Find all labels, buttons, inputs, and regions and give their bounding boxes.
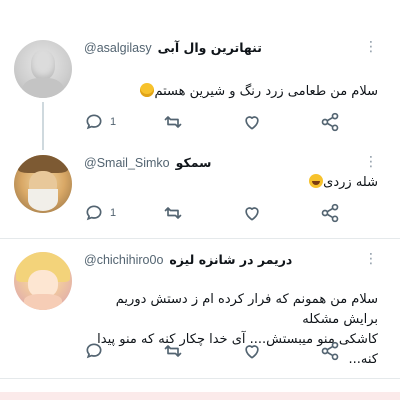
more-options-icon[interactable]: ⋮ (364, 252, 378, 266)
username[interactable]: @asalgilasy (84, 41, 152, 55)
more-options-icon[interactable]: ⋮ (364, 40, 378, 54)
share-icon (321, 341, 339, 361)
tweet-text-content: سلام من طعامی زرد رنگ و شیرین هستم (154, 84, 378, 99)
tweet-text: سلام من طعامی زرد رنگ و شیرین هستم (137, 82, 378, 102)
like-button[interactable] (242, 341, 262, 361)
retweet-icon (164, 345, 182, 357)
username[interactable]: @Smail_Simko (84, 156, 170, 170)
reply-icon (86, 343, 102, 359)
reply-icon (86, 205, 102, 221)
reply-button[interactable]: 1 (84, 112, 116, 132)
tweet-actions (84, 341, 364, 361)
reply-count: 1 (110, 207, 117, 219)
avatar-face (31, 50, 55, 80)
share-button[interactable] (320, 341, 340, 361)
retweet-button[interactable] (162, 112, 184, 132)
display-name[interactable]: تنهاترین وال آبی (158, 40, 262, 55)
tweet-actions: 1 (84, 203, 364, 223)
avatar[interactable] (14, 155, 72, 213)
avatar[interactable] (14, 40, 72, 98)
share-icon (321, 203, 339, 223)
display-name[interactable]: دریمر در شانزه لیزه (169, 252, 292, 267)
display-name[interactable]: سمکو (176, 155, 212, 170)
share-icon (321, 112, 339, 132)
tweet-text: شله زردی (306, 173, 378, 193)
tweet-divider (0, 378, 400, 379)
reply-button[interactable]: 1 (84, 203, 116, 223)
tweet-actions: 1 (84, 112, 364, 132)
tweet-header: @asalgilasy تنهاترین وال آبی (84, 40, 262, 55)
like-button[interactable] (242, 112, 262, 132)
heart-icon (245, 345, 259, 359)
avatar-beard (28, 189, 58, 211)
heart-icon (245, 207, 259, 221)
retweet-icon (164, 116, 182, 128)
tweet-header: @Smail_Simko سمکو (84, 155, 211, 170)
tweet-text-content: شله زردی (323, 175, 378, 190)
tweet-header: @chichihiro0o دریمر در شانزه لیزه (84, 252, 292, 267)
retweet-icon (164, 207, 182, 219)
avatar[interactable] (14, 252, 72, 310)
yellow-heart-emoji-icon (140, 83, 155, 97)
reply-icon (86, 114, 102, 130)
like-button[interactable] (242, 203, 262, 223)
avatar-body (22, 78, 64, 98)
retweet-button[interactable] (162, 341, 184, 361)
laughing-emoji-icon (309, 174, 324, 188)
bottom-strip (0, 392, 400, 400)
tweet-divider (0, 238, 400, 239)
heart-icon (245, 116, 259, 130)
thread-connector-line (42, 102, 44, 150)
share-button[interactable] (320, 203, 340, 223)
share-button[interactable] (320, 112, 340, 132)
tweet-text-line-1: سلام من همونم که فرار کرده ام ز دستش دور… (115, 292, 378, 327)
username[interactable]: @chichihiro0o (84, 253, 163, 267)
reply-count: 1 (110, 116, 117, 128)
reply-button[interactable] (84, 341, 104, 361)
more-options-icon[interactable]: ⋮ (364, 155, 378, 169)
avatar-hands (24, 294, 62, 310)
retweet-button[interactable] (162, 203, 184, 223)
